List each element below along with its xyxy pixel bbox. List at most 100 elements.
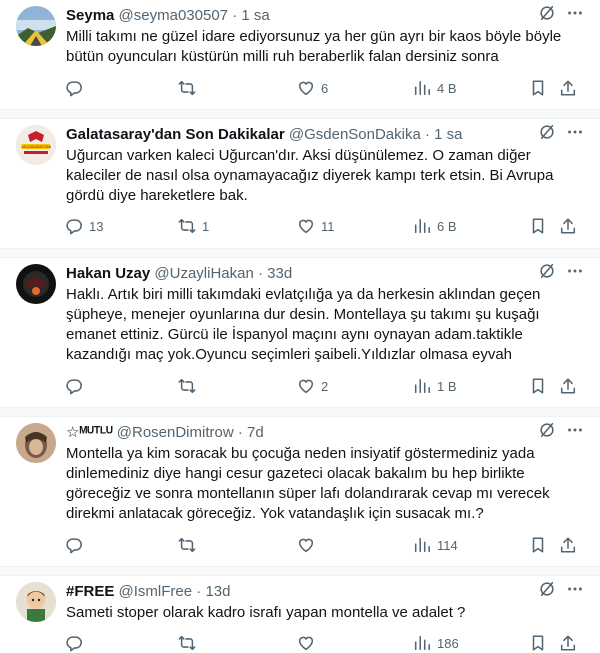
section-separator [0, 249, 600, 258]
views-button[interactable]: 4 B [413, 78, 457, 98]
timestamp[interactable]: 1 sa [434, 126, 462, 143]
reply-count: 13 [89, 218, 104, 234]
share-button[interactable] [559, 78, 577, 98]
grok-icon[interactable] [538, 4, 556, 22]
bookmark-button[interactable] [529, 216, 547, 236]
heart-icon [298, 379, 314, 394]
like-button[interactable]: 11 [297, 216, 335, 236]
tweet-text: Haklı. Artık biri milli takımdaki evlatç… [66, 286, 541, 363]
tweet-text: Montella ya kim soracak bu çocuğa neden … [66, 445, 550, 522]
reply-button[interactable] [65, 633, 89, 653]
view-count: 1 B [437, 378, 457, 394]
tweet-text: Sameti stoper olarak kadro israfı yapan … [66, 604, 466, 621]
heart-icon [298, 219, 314, 234]
bookmark-button[interactable] [529, 633, 547, 653]
retweet-icon [178, 80, 196, 96]
retweet-icon [178, 537, 196, 553]
share-icon [560, 537, 576, 553]
bookmark-button[interactable] [529, 376, 547, 396]
tweet[interactable]: ☆ᴹᵁᵀᴸᵁ @RosenDimitrow · 7d Montella ya k… [0, 417, 600, 567]
handle[interactable]: @seyma030507 [119, 7, 228, 24]
views-chart-icon [414, 537, 430, 553]
display-name[interactable]: #FREE [66, 583, 114, 600]
avatar[interactable] [16, 264, 56, 304]
bookmark-button[interactable] [529, 78, 547, 98]
timestamp[interactable]: 13d [205, 583, 230, 600]
retweet-icon [178, 378, 196, 394]
like-button[interactable]: 6 [297, 78, 328, 98]
share-icon [560, 635, 576, 651]
share-icon [560, 80, 576, 96]
views-button[interactable]: 186 [413, 633, 459, 653]
avatar[interactable] [16, 423, 56, 463]
like-button[interactable] [297, 633, 321, 653]
separator-dot: · [196, 583, 202, 600]
like-button[interactable] [297, 535, 321, 555]
retweet-button[interactable] [178, 633, 202, 653]
reply-button[interactable] [65, 78, 89, 98]
like-button[interactable]: 2 [297, 376, 328, 396]
share-button[interactable] [559, 216, 577, 236]
section-separator [0, 408, 600, 417]
grok-icon[interactable] [538, 580, 556, 598]
share-button[interactable] [559, 376, 577, 396]
tweet-feed: Seyma @seyma030507 · 1 sa Milli takımı n… [0, 0, 600, 652]
timestamp[interactable]: 7d [247, 424, 264, 441]
tweet[interactable]: Seyma @seyma030507 · 1 sa Milli takımı n… [0, 0, 600, 110]
more-icon[interactable] [566, 123, 584, 141]
like-count: 11 [321, 218, 335, 234]
avatar[interactable] [16, 582, 56, 622]
tweet-text: Milli takımı ne güzel idare ediyorsunuz … [66, 28, 562, 65]
tweet[interactable]: #FREE @IsmlFree · 13d Sameti stoper olar… [0, 576, 600, 652]
grok-icon[interactable] [538, 123, 556, 141]
reply-button[interactable] [65, 376, 89, 396]
share-icon [560, 378, 576, 394]
tweet[interactable]: GALATASARAY'DAN Galatasaray'dan Son Daki… [0, 119, 600, 249]
reply-button[interactable]: 13 [65, 216, 103, 236]
handle[interactable]: @IsmlFree [119, 583, 193, 600]
separator-dot: · [237, 424, 243, 441]
reply-icon [66, 81, 82, 97]
more-icon[interactable] [566, 4, 584, 22]
bookmark-icon [532, 635, 544, 651]
retweet-button[interactable] [178, 78, 202, 98]
bookmark-button[interactable] [529, 535, 547, 555]
avatar[interactable]: GALATASARAY'DAN [16, 125, 56, 165]
heart-icon [298, 636, 314, 651]
handle[interactable]: @GsdenSonDakika [289, 126, 421, 143]
more-icon[interactable] [566, 580, 584, 598]
share-button[interactable] [559, 535, 577, 555]
avatar[interactable] [16, 6, 56, 46]
retweet-count: 1 [202, 218, 210, 234]
views-button[interactable]: 114 [413, 535, 458, 555]
handle[interactable]: @UzayliHakan [154, 265, 253, 282]
views-button[interactable]: 6 B [413, 216, 457, 236]
retweet-button[interactable] [178, 376, 202, 396]
separator-dot: · [232, 7, 238, 24]
bookmark-icon [532, 218, 544, 234]
retweet-icon [178, 635, 196, 651]
retweet-button[interactable]: 1 [178, 216, 209, 236]
bookmark-icon [532, 378, 544, 394]
more-icon[interactable] [566, 421, 584, 439]
display-name[interactable]: Galatasaray'dan Son Dakikalar [66, 126, 285, 143]
display-name[interactable]: Seyma [66, 7, 114, 24]
reply-icon [66, 538, 82, 554]
timestamp[interactable]: 33d [267, 265, 292, 282]
share-button[interactable] [559, 633, 577, 653]
grok-icon[interactable] [538, 421, 556, 439]
handle[interactable]: @RosenDimitrow [117, 424, 234, 441]
display-name[interactable]: ☆ᴹᵁᵀᴸᵁ [66, 424, 113, 441]
separator-dot: · [258, 265, 263, 282]
reply-icon [66, 636, 82, 652]
grok-icon[interactable] [538, 262, 556, 280]
tweet[interactable]: Hakan Uzay @UzayliHakan · 33d Haklı. Art… [0, 258, 600, 408]
avatar-logo-text: GALATASARAY'DAN [21, 145, 52, 149]
display-name[interactable]: Hakan Uzay [66, 265, 150, 282]
views-button[interactable]: 1 B [413, 376, 457, 396]
reply-button[interactable] [65, 535, 89, 555]
timestamp[interactable]: 1 sa [241, 7, 269, 24]
view-count: 186 [437, 635, 459, 651]
more-icon[interactable] [566, 262, 584, 280]
retweet-button[interactable] [178, 535, 202, 555]
